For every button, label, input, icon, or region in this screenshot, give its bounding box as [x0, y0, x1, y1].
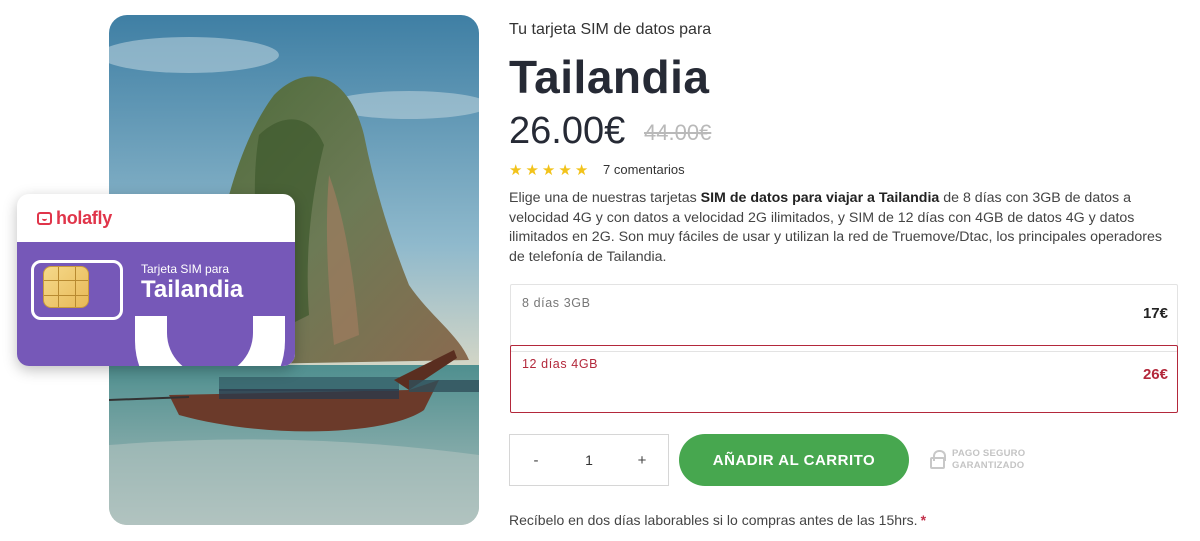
- holafly-logo: holafly: [37, 208, 112, 229]
- add-to-cart-button[interactable]: AÑADIR AL CARRITO: [679, 434, 909, 486]
- quantity-stepper: - 1 +: [509, 434, 669, 486]
- star-icon: ★: [558, 162, 572, 179]
- secure-line-2: GARANTIZADO: [952, 460, 1025, 471]
- sim-cutout: [135, 316, 285, 366]
- option-label: 12 días 4GB: [522, 357, 599, 371]
- sim-card-body: Tarjeta SIM para Tailandia: [17, 242, 295, 366]
- decrease-button[interactable]: -: [510, 452, 562, 469]
- quantity-value[interactable]: 1: [562, 452, 616, 468]
- lock-icon: [930, 450, 946, 469]
- secure-line-1: PAGO SEGURO: [952, 448, 1026, 459]
- brand-name: holafly: [56, 207, 112, 228]
- star-icon: ★: [525, 162, 539, 179]
- increase-button[interactable]: +: [616, 452, 668, 469]
- description-bold: SIM de datos para viajar a Tailandia: [700, 190, 940, 206]
- description-text: Elige una de nuestras tarjetas: [509, 190, 701, 206]
- option-price: 17€: [1142, 305, 1168, 322]
- option-12-dias[interactable]: 12 días 4GB 26€: [510, 345, 1178, 413]
- delivery-text: Recíbelo en dos días laborables si lo co…: [509, 512, 918, 528]
- secure-payment-badge: PAGO SEGURO GARANTIZADO: [930, 448, 1025, 472]
- chip-icon: [43, 266, 89, 308]
- asterisk: *: [920, 512, 927, 528]
- option-label: 8 días 3GB: [522, 296, 591, 310]
- option-8-dias[interactable]: 8 días 3GB 17€: [510, 284, 1178, 352]
- star-icon: ★: [574, 162, 589, 179]
- sim-card-illustration: holafly Tarjeta SIM para Tailandia: [17, 194, 295, 366]
- sim-card-big-text: Tailandia: [141, 276, 244, 303]
- delivery-note: Recíbelo en dos días laborables si lo co…: [509, 512, 926, 528]
- sim-card-small-text: Tarjeta SIM para: [141, 262, 230, 276]
- current-price: 26.00€: [509, 110, 626, 152]
- option-price: 26€: [1142, 366, 1168, 383]
- star-icon: ★: [541, 162, 556, 179]
- product-description: Elige una de nuestras tarjetas SIM de da…: [509, 189, 1169, 268]
- sim-card-header: holafly: [17, 194, 295, 242]
- reviews-link[interactable]: 7 comentarios: [603, 162, 685, 177]
- rating-stars: ★ ★ ★ ★ ★: [509, 161, 588, 179]
- old-price: 44.00€: [644, 120, 712, 145]
- product-title: Tailandia: [509, 51, 710, 103]
- secure-payment-text: PAGO SEGURO GARANTIZADO: [952, 448, 1025, 472]
- product-subtitle: Tu tarjeta SIM de datos para: [509, 21, 712, 38]
- bag-icon: [37, 211, 52, 225]
- star-icon: ★: [509, 162, 523, 179]
